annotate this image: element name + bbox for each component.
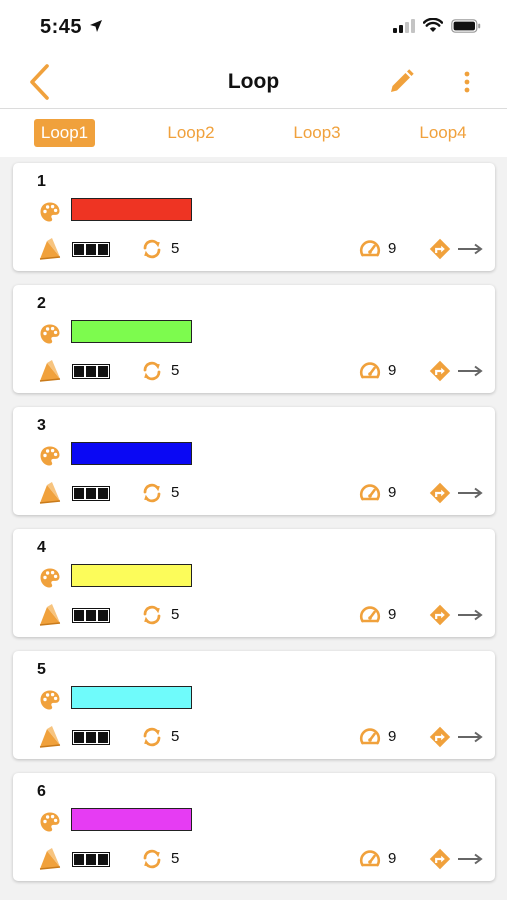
turn-right-icon[interactable] (429, 848, 451, 870)
turn-right-icon[interactable] (429, 726, 451, 748)
repeat-count: 5 (171, 240, 180, 257)
repeat-count: 5 (171, 728, 180, 745)
repeat-icon[interactable] (141, 360, 163, 382)
repeat-icon[interactable] (141, 726, 163, 748)
color-swatch[interactable] (71, 808, 192, 831)
repeat-icon[interactable] (141, 482, 163, 504)
repeat-count: 5 (171, 606, 180, 623)
turn-right-icon[interactable] (429, 482, 451, 504)
speedometer-icon[interactable] (359, 726, 381, 748)
repeat-icon[interactable] (141, 604, 163, 626)
navigation-bar: Loop (0, 56, 507, 109)
status-indicators (393, 18, 481, 33)
step-card-4[interactable]: 4 5 9 (13, 529, 495, 637)
step-settings-row: 5 9 (13, 237, 495, 261)
pencil-icon (391, 69, 414, 92)
speed-value: 9 (388, 850, 397, 867)
arrow-right-icon[interactable] (457, 609, 483, 621)
pattern-blocks[interactable] (72, 608, 110, 623)
palette-icon[interactable] (39, 445, 61, 467)
palette-icon[interactable] (39, 689, 61, 711)
speedometer-icon[interactable] (359, 482, 381, 504)
back-button[interactable] (22, 62, 56, 102)
step-number: 1 (37, 173, 46, 190)
tab-loop2[interactable]: Loop2 (160, 119, 222, 147)
color-swatch[interactable] (71, 198, 192, 221)
step-settings-row: 5 9 (13, 603, 495, 627)
edit-button[interactable] (385, 66, 417, 98)
palette-icon[interactable] (39, 323, 61, 345)
step-card-6[interactable]: 6 5 9 (13, 773, 495, 881)
color-swatch[interactable] (71, 686, 192, 709)
paint-fill-icon[interactable] (38, 237, 62, 261)
paint-fill-icon[interactable] (38, 847, 62, 871)
speed-value: 9 (388, 484, 397, 501)
speed-value: 9 (388, 240, 397, 257)
speed-value: 9 (388, 606, 397, 623)
location-icon (90, 20, 102, 32)
chevron-left-icon (30, 64, 49, 100)
arrow-right-icon[interactable] (457, 731, 483, 743)
speedometer-icon[interactable] (359, 604, 381, 626)
step-number: 4 (37, 539, 46, 556)
step-settings-row: 5 9 (13, 359, 495, 383)
speed-value: 9 (388, 728, 397, 745)
repeat-icon[interactable] (141, 848, 163, 870)
repeat-count: 5 (171, 362, 180, 379)
arrow-right-icon[interactable] (457, 487, 483, 499)
turn-right-icon[interactable] (429, 604, 451, 626)
paint-fill-icon[interactable] (38, 481, 62, 505)
arrow-right-icon[interactable] (457, 853, 483, 865)
step-list: 1 5 9 2 5 9 3 5 9 4 5 9 5 5 9 6 5 9 (13, 163, 495, 895)
step-number: 5 (37, 661, 46, 678)
step-number: 6 (37, 783, 46, 800)
turn-right-icon[interactable] (429, 360, 451, 382)
speedometer-icon[interactable] (359, 360, 381, 382)
paint-fill-icon[interactable] (38, 359, 62, 383)
arrow-right-icon[interactable] (457, 365, 483, 377)
step-number: 2 (37, 295, 46, 312)
battery-icon (451, 18, 481, 33)
wifi-icon (423, 18, 443, 32)
status-bar: 5:45 (0, 0, 507, 56)
tab-loop4[interactable]: Loop4 (412, 119, 474, 147)
speedometer-icon[interactable] (359, 848, 381, 870)
paint-fill-icon[interactable] (38, 603, 62, 627)
speed-value: 9 (388, 362, 397, 379)
paint-fill-icon[interactable] (38, 725, 62, 749)
pattern-blocks[interactable] (72, 852, 110, 867)
step-card-2[interactable]: 2 5 9 (13, 285, 495, 393)
pattern-blocks[interactable] (72, 364, 110, 379)
step-card-5[interactable]: 5 5 9 (13, 651, 495, 759)
color-swatch[interactable] (71, 564, 192, 587)
repeat-icon[interactable] (141, 238, 163, 260)
color-swatch[interactable] (71, 442, 192, 465)
color-swatch[interactable] (71, 320, 192, 343)
tab-loop3[interactable]: Loop3 (286, 119, 348, 147)
step-card-3[interactable]: 3 5 9 (13, 407, 495, 515)
page-title: Loop (227, 70, 280, 93)
speedometer-icon[interactable] (359, 238, 381, 260)
more-options-button[interactable] (455, 66, 479, 98)
cellular-signal-icon (393, 18, 415, 33)
pattern-blocks[interactable] (72, 730, 110, 745)
step-number: 3 (37, 417, 46, 434)
repeat-count: 5 (171, 850, 180, 867)
step-settings-row: 5 9 (13, 725, 495, 749)
turn-right-icon[interactable] (429, 238, 451, 260)
palette-icon[interactable] (39, 201, 61, 223)
pattern-blocks[interactable] (72, 486, 110, 501)
pattern-blocks[interactable] (72, 242, 110, 257)
palette-icon[interactable] (39, 567, 61, 589)
more-vertical-icon (464, 71, 470, 93)
arrow-right-icon[interactable] (457, 243, 483, 255)
status-time: 5:45 (40, 16, 83, 38)
step-settings-row: 5 9 (13, 481, 495, 505)
tab-loop1[interactable]: Loop1 (34, 119, 95, 147)
palette-icon[interactable] (39, 811, 61, 833)
loop-tab-bar: Loop1 Loop2 Loop3 Loop4 (0, 109, 507, 157)
repeat-count: 5 (171, 484, 180, 501)
step-card-1[interactable]: 1 5 9 (13, 163, 495, 271)
step-settings-row: 5 9 (13, 847, 495, 871)
